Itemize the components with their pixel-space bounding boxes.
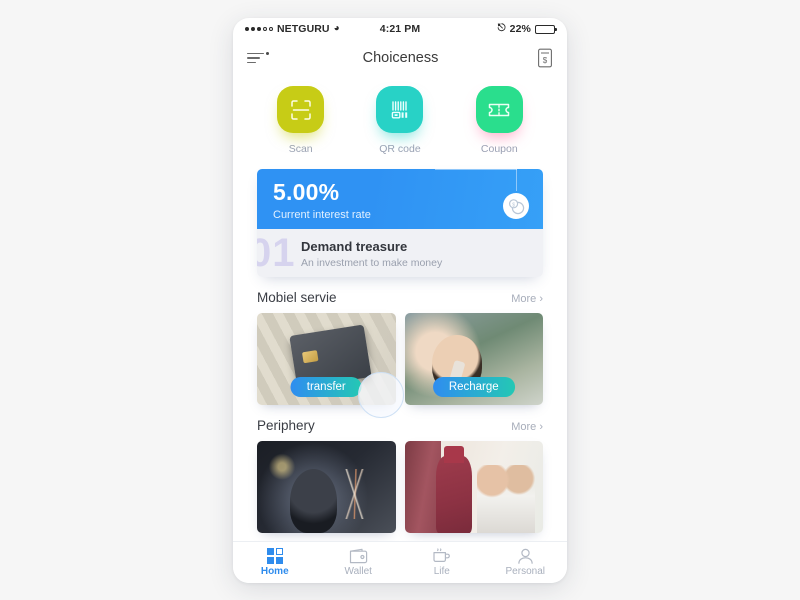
demand-treasure-banner[interactable]: 5.00% Current interest rate $ 01 Demand … <box>257 169 543 277</box>
tab-life[interactable]: Life <box>400 542 484 583</box>
banner-deco-line-vertical <box>516 169 517 191</box>
carrier-label: NETGURU <box>277 23 330 35</box>
section-title: Periphery <box>257 418 315 433</box>
tab-wallet[interactable]: Wallet <box>317 542 401 583</box>
flower-graphic <box>331 468 379 520</box>
battery-icon <box>534 24 557 34</box>
coin-dollar-icon: $ <box>503 193 529 219</box>
screenshot-canvas: NETGURU ◕ 4:21 PM ⎋ 22% Choiceness $ Sca… <box>0 0 800 600</box>
cup-icon <box>433 548 451 562</box>
quick-actions-row: Scan QR code Coupon <box>233 76 567 159</box>
quick-action-label: Coupon <box>480 143 518 155</box>
card-periphery-2[interactable] <box>404 441 543 533</box>
person-silhouette-graphic <box>290 468 338 533</box>
receipt-dollar-icon[interactable]: $ <box>537 48 553 68</box>
section-cards: transfer Recharge <box>257 313 543 405</box>
tab-label: Life <box>433 566 450 577</box>
banner-title: Demand treasure <box>301 239 408 254</box>
section-cards <box>257 441 543 533</box>
ticket-icon <box>475 86 523 133</box>
grid-icon <box>266 548 283 564</box>
app-navbar: Choiceness $ <box>233 40 567 76</box>
quick-action-scan[interactable]: Scan <box>264 86 338 155</box>
section-header: Mobiel servie More › <box>257 290 543 305</box>
interest-rate-value: 5.00% <box>273 179 340 205</box>
section-mobiel-servie: Mobiel servie More › transfer Recharge <box>233 277 567 405</box>
svg-text:$: $ <box>512 202 515 208</box>
quick-action-label: Scan <box>288 143 313 155</box>
card-recharge[interactable]: Recharge <box>404 313 543 405</box>
card-pill-label: transfer <box>290 377 362 397</box>
signal-strength-icon <box>245 27 273 31</box>
banner-rate-area: 5.00% Current interest rate $ <box>257 169 543 229</box>
banner-description: An investment to make money <box>301 257 443 269</box>
barcode-icon <box>376 86 424 133</box>
quick-action-label: QR code <box>379 143 421 155</box>
status-bar-left: NETGURU ◕ <box>245 23 347 35</box>
guests-graphic <box>476 464 535 533</box>
clock-label: 4:21 PM <box>379 23 421 35</box>
door-graphic <box>404 441 441 533</box>
section-periphery: Periphery More › <box>233 405 567 533</box>
interest-rate-label: Current interest rate <box>273 209 371 221</box>
tab-label: Personal <box>505 566 545 577</box>
tab-label: Home <box>260 566 289 577</box>
tab-label: Wallet <box>344 566 372 577</box>
section-header: Periphery More › <box>257 418 543 433</box>
section-title: Mobiel servie <box>257 290 337 305</box>
banner-info-area: 01 Demand treasure An investment to make… <box>257 229 543 277</box>
banner-deco-line-horizontal <box>435 169 517 170</box>
phone-frame: NETGURU ◕ 4:21 PM ⎋ 22% Choiceness $ Sca… <box>233 18 567 583</box>
bottom-tab-bar: Home Wallet Life Personal <box>233 541 567 583</box>
hamburger-menu-icon[interactable] <box>247 51 269 64</box>
status-bar: NETGURU ◕ 4:21 PM ⎋ 22% <box>233 18 567 40</box>
quick-action-coupon[interactable]: Coupon <box>462 86 536 155</box>
status-bar-right: ⎋ 22% <box>453 23 557 35</box>
home-screen-content[interactable]: Scan QR code Coupon 5.00% Current intere… <box>233 76 567 541</box>
tab-personal[interactable]: Personal <box>484 542 568 583</box>
wifi-icon: ◕ <box>333 23 340 34</box>
bellhop-graphic <box>436 446 473 533</box>
scan-frame-icon <box>277 86 325 133</box>
section-more-link[interactable]: More › <box>511 293 543 305</box>
card-periphery-1[interactable] <box>257 441 396 533</box>
battery-percent-label: 22% <box>509 23 531 35</box>
card-pill-label: Recharge <box>432 377 515 397</box>
promo-banner-wrapper: 5.00% Current interest rate $ 01 Demand … <box>233 159 567 277</box>
wallet-icon <box>349 548 367 564</box>
bluetooth-icon: ⎋ <box>497 23 506 34</box>
section-more-link[interactable]: More › <box>511 421 543 433</box>
quick-action-qr-code[interactable]: QR code <box>363 86 437 155</box>
banner-watermark: 01 <box>257 231 296 275</box>
person-icon <box>518 548 533 564</box>
tab-home[interactable]: Home <box>233 542 317 583</box>
card-transfer[interactable]: transfer <box>257 313 396 405</box>
page-title: Choiceness <box>362 50 439 66</box>
svg-text:$: $ <box>543 56 548 65</box>
